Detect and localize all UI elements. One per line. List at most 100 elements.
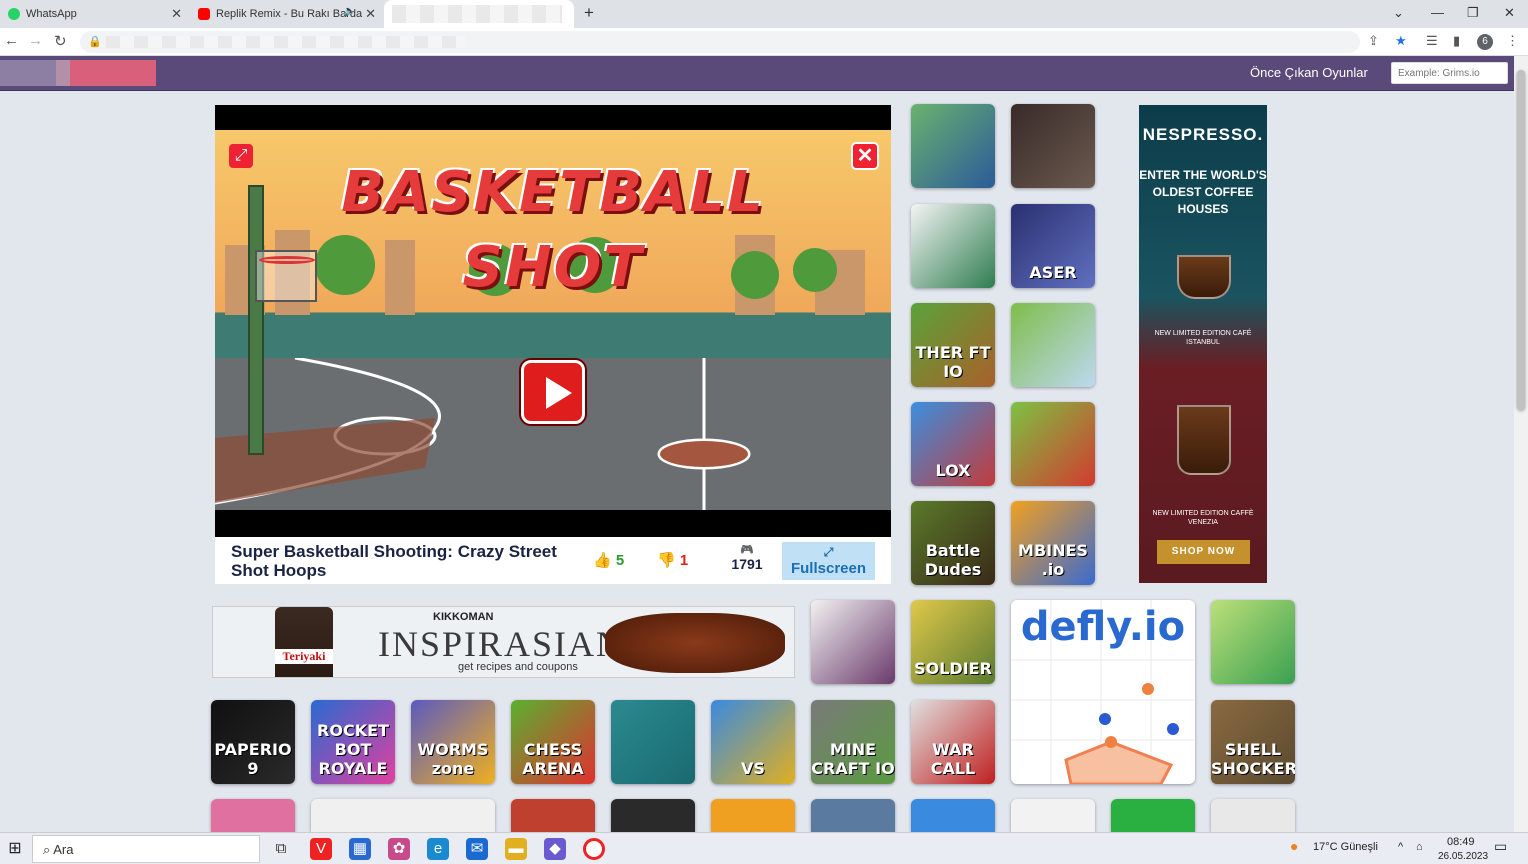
tray-chevron-icon[interactable]: ^: [1398, 841, 1403, 853]
weather-text[interactable]: 17°C Güneşli: [1313, 841, 1378, 853]
game-thumb[interactable]: [611, 799, 695, 832]
game-thumb-label: WORMS zone: [417, 740, 489, 778]
app-icon[interactable]: ◆: [544, 838, 566, 860]
clock-time[interactable]: 08:49: [1447, 836, 1475, 848]
network-icon[interactable]: ⌂: [1416, 841, 1423, 853]
game-thumb[interactable]: [911, 104, 995, 188]
youtube-icon: [198, 8, 210, 20]
coffee-glass-image: [1177, 405, 1231, 475]
expand-icon[interactable]: ⤢: [229, 144, 253, 168]
tab-current[interactable]: [384, 0, 574, 28]
app-icon[interactable]: ✿: [388, 838, 410, 860]
game-thumb[interactable]: [711, 799, 795, 832]
reload-icon[interactable]: ↻: [54, 32, 67, 50]
profile-avatar[interactable]: 6: [1477, 34, 1493, 50]
game-thumb[interactable]: CHESS ARENA: [511, 700, 595, 784]
game-thumb[interactable]: [1011, 799, 1095, 832]
site-header: Önce Çıkan Oyunlar: [0, 56, 1514, 91]
edge-icon[interactable]: e: [427, 838, 449, 860]
restore-icon[interactable]: ❐: [1467, 5, 1479, 21]
game-thumb[interactable]: WORMS zone: [411, 700, 495, 784]
game-thumb[interactable]: [911, 204, 995, 288]
featured-games-link[interactable]: Önce Çıkan Oyunlar: [1250, 65, 1368, 80]
taskbar-search-label: Ara: [53, 842, 74, 857]
tab-whatsapp[interactable]: WhatsApp ✕: [0, 0, 188, 28]
game-thumb[interactable]: VS: [711, 700, 795, 784]
tab-search-icon[interactable]: ⌄: [1393, 5, 1404, 21]
game-splash-title: BASKETBALL: [341, 160, 765, 225]
mail-icon[interactable]: ✉: [466, 838, 488, 860]
site-logo[interactable]: [0, 60, 156, 86]
game-thumb[interactable]: [1011, 104, 1095, 188]
game-thumb-label: Battle Dudes: [924, 541, 982, 579]
game-thumb[interactable]: ROCKET BOT ROYALE: [311, 700, 395, 784]
forward-icon[interactable]: →: [28, 32, 43, 49]
bookmark-star-icon[interactable]: ★: [1395, 33, 1407, 49]
game-thumb[interactable]: MINE CRAFT IO: [811, 700, 895, 784]
taskbar-search[interactable]: ⌕ Ara: [32, 835, 260, 863]
clock-date[interactable]: 26.05.2023: [1438, 851, 1488, 862]
chrome-icon[interactable]: [583, 838, 605, 860]
speaker-icon[interactable]: 🔈: [344, 6, 356, 17]
game-thumb[interactable]: [211, 799, 295, 832]
dislike-button[interactable]: 👎 1: [657, 551, 688, 569]
vivaldi-icon[interactable]: V: [310, 838, 332, 860]
task-view-icon[interactable]: ⧉: [270, 838, 292, 860]
play-button[interactable]: [521, 360, 585, 424]
whatsapp-icon: [8, 8, 20, 20]
windows-start-icon[interactable]: ⊞: [4, 838, 26, 860]
game-thumb[interactable]: [1211, 799, 1295, 832]
search-input[interactable]: [1391, 62, 1508, 84]
blurred-title: [392, 5, 562, 23]
store-icon[interactable]: ▦: [349, 838, 371, 860]
game-thumb[interactable]: [1111, 799, 1195, 832]
like-button[interactable]: 👍 5: [593, 551, 624, 569]
kikkoman-ad[interactable]: Teriyaki KIKKOMAN INSPIRASIAN get recipe…: [212, 606, 795, 678]
close-tab-icon[interactable]: ✕: [171, 6, 182, 22]
game-thumb-label: MBINES .io: [1018, 541, 1088, 579]
share-icon[interactable]: ⇪: [1368, 33, 1379, 49]
shop-now-button[interactable]: SHOP NOW: [1157, 540, 1250, 564]
notification-icon[interactable]: ▭: [1494, 838, 1507, 855]
game-thumb[interactable]: WAR CALL: [911, 700, 995, 784]
windows-taskbar: ⊞ ⌕ Ara ⧉ V ▦ ✿ e ✉ ▬ ◆ ● 17°C Güneşli ^…: [0, 832, 1528, 864]
fullscreen-button[interactable]: ⤢ Fullscreen: [782, 542, 875, 580]
game-canvas[interactable]: BASKETBALL SHOT ⤢ ✕: [215, 130, 891, 510]
minimize-icon[interactable]: —: [1431, 5, 1444, 20]
menu-icon[interactable]: ⋮: [1506, 33, 1519, 49]
game-thumb[interactable]: Battle Dudes: [911, 501, 995, 585]
ad-subtext: get recipes and coupons: [458, 661, 578, 673]
game-thumb[interactable]: [611, 700, 695, 784]
back-icon[interactable]: ←: [4, 32, 19, 49]
game-thumb[interactable]: [311, 799, 495, 832]
game-thumb[interactable]: [511, 799, 595, 832]
tab-youtube[interactable]: Replik Remix - Bu Rakı Barda 🔈 ✕: [190, 0, 382, 28]
game-thumb[interactable]: [911, 799, 995, 832]
game-thumb[interactable]: [811, 799, 895, 832]
game-thumb[interactable]: [811, 600, 895, 684]
scrollbar-thumb[interactable]: [1517, 70, 1525, 410]
new-tab-button[interactable]: +: [584, 3, 594, 23]
game-thumb[interactable]: ASER: [1011, 204, 1095, 288]
nespresso-ad[interactable]: NESPRESSO. ENTER THE WORLD'S OLDEST COFF…: [1139, 105, 1267, 583]
close-window-icon[interactable]: ✕: [1504, 5, 1515, 21]
page-scrollbar[interactable]: [1514, 56, 1528, 832]
game-thumb[interactable]: SOLDIER: [911, 600, 995, 684]
game-thumb[interactable]: MBINES .io: [1011, 501, 1095, 585]
game-thumb[interactable]: SHELL SHOCKERS: [1211, 700, 1295, 784]
game-thumb[interactable]: THER FT IO: [911, 303, 995, 387]
game-thumb[interactable]: PAPERIO 9: [211, 700, 295, 784]
blurred-url: [106, 36, 466, 48]
game-thumb-defly[interactable]: defly.io: [1011, 600, 1195, 784]
game-thumb[interactable]: [1011, 402, 1095, 486]
game-thumb[interactable]: [1211, 600, 1295, 684]
reading-list-icon[interactable]: ☰: [1426, 33, 1438, 49]
url-field[interactable]: 🔒: [80, 31, 1360, 53]
side-panel-icon[interactable]: ▮: [1453, 33, 1460, 49]
file-explorer-icon[interactable]: ▬: [505, 838, 527, 860]
thumbs-up-icon: 👍: [593, 552, 612, 569]
game-thumb[interactable]: LOX: [911, 402, 995, 486]
game-thumb[interactable]: [1011, 303, 1095, 387]
close-tab-icon[interactable]: ✕: [365, 6, 376, 22]
close-icon[interactable]: ✕: [851, 142, 879, 170]
